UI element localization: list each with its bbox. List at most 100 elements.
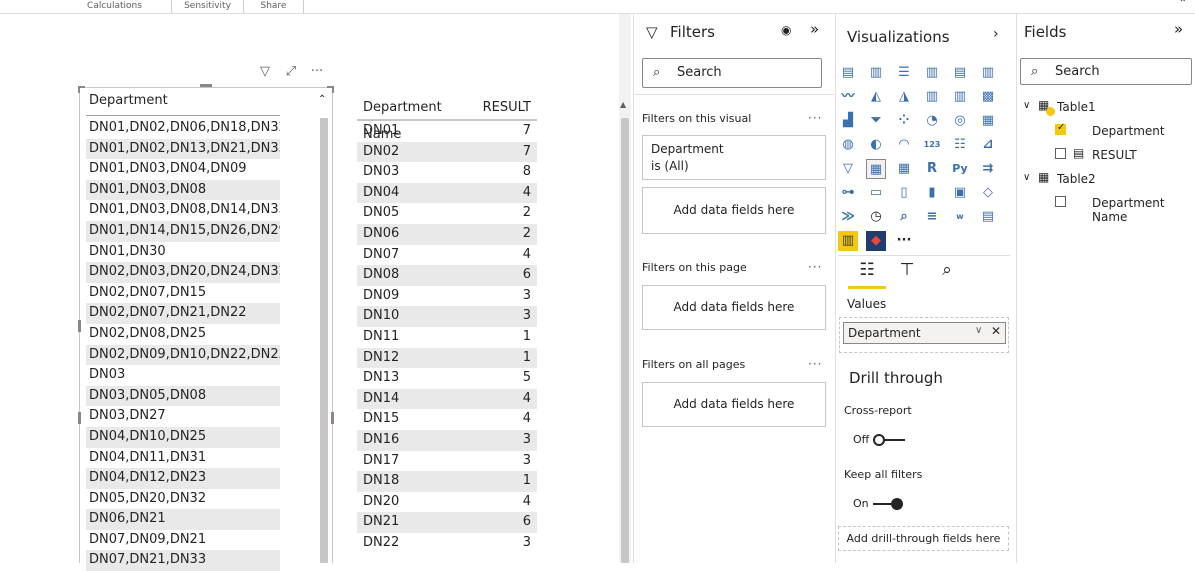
resize-handle-left-lower[interactable] <box>78 412 81 424</box>
line-clustered-column-icon[interactable]: ▥ <box>922 87 942 107</box>
slicer-item[interactable]: DN01,DN14,DN15,DN26,DN29 <box>86 220 280 242</box>
column-header-department-name[interactable]: Department Name <box>357 94 481 142</box>
keep-all-filters-toggle[interactable] <box>873 498 905 510</box>
table-row[interactable]: DN17 3 <box>357 451 537 472</box>
chevron-right-icon[interactable]: › <box>993 26 999 42</box>
metrics-icon[interactable]: ▣ <box>950 183 970 203</box>
add-all-pages-filter-well[interactable]: Add data fields here <box>642 382 826 427</box>
table-row[interactable]: DN14 4 <box>357 388 537 410</box>
slicer-item[interactable]: DN07,DN21,DN33 <box>86 550 280 571</box>
pie-chart-icon[interactable]: ◔ <box>922 111 942 131</box>
resize-handle-right[interactable] <box>331 412 334 424</box>
slicer-item[interactable]: DN01,DN03,DN08 <box>86 179 280 201</box>
slicer-item[interactable]: DN02,DN08,DN25 <box>86 324 280 345</box>
result-checkbox[interactable] <box>1055 148 1066 159</box>
donut-chart-icon[interactable]: ◎ <box>950 111 970 131</box>
table-row[interactable]: DN01 7 <box>357 121 537 142</box>
stacked-column-chart-icon[interactable]: ▥ <box>866 63 886 83</box>
fields-tab-icon[interactable]: ☷ <box>852 260 882 280</box>
power-apps-icon[interactable]: ◇ <box>978 183 998 203</box>
word-cloud-icon[interactable]: w <box>950 207 970 227</box>
collapse-fields-icon[interactable]: » <box>1174 20 1183 38</box>
ribbon-chart-icon[interactable]: ▩ <box>978 87 998 107</box>
multi-row-card-icon[interactable]: ☷ <box>950 135 970 155</box>
line-chart-icon[interactable]: 〰 <box>838 87 858 107</box>
card-icon[interactable]: 123 <box>922 135 942 155</box>
slicer-item[interactable]: DN07,DN09,DN21 <box>86 530 280 551</box>
kpi-icon[interactable]: ⊿ <box>978 135 998 155</box>
department-name-checkbox[interactable] <box>1055 196 1066 207</box>
scroll-up-icon[interactable]: ▲ <box>620 100 626 109</box>
matrix-icon[interactable]: ▦ <box>894 159 914 179</box>
field-department[interactable]: Department <box>1092 124 1165 138</box>
slicer-item[interactable]: DN03 <box>86 365 280 386</box>
chevron-down-icon[interactable]: ∨ <box>975 325 982 336</box>
stacked-area-chart-icon[interactable]: ◮ <box>894 87 914 107</box>
funnel-icon[interactable]: ⏷ <box>866 111 886 131</box>
column-header-result[interactable]: RESULT <box>481 94 537 119</box>
cross-report-toggle[interactable] <box>873 434 905 446</box>
smart-narrative-icon[interactable]: ▯ <box>894 183 914 203</box>
table-row[interactable]: DN20 4 <box>357 492 537 513</box>
slicer-item[interactable]: DN03,DN27 <box>86 406 280 427</box>
100-stacked-column-chart-icon[interactable]: ▥ <box>978 63 998 83</box>
field-department-name[interactable]: Department Name <box>1092 196 1195 224</box>
slicer-item[interactable]: DN04,DN12,DN23 <box>86 468 280 489</box>
field-result[interactable]: RESULT <box>1092 148 1137 162</box>
gauge-icon[interactable]: ◠ <box>894 135 914 155</box>
slicer-item[interactable]: DN02,DN07,DN21,DN22 <box>86 303 280 324</box>
more-options-icon[interactable]: ··· <box>308 64 326 80</box>
qa-icon[interactable]: ▭ <box>866 183 886 203</box>
ribbon-group-calculations[interactable]: Calculations <box>58 0 172 13</box>
table-row[interactable]: DN03 8 <box>357 162 537 183</box>
scatter-chart-icon[interactable]: ⁘ <box>894 111 914 131</box>
clustered-bar-chart-icon[interactable]: ☰ <box>894 63 914 83</box>
stopwatch-icon[interactable]: ◷ <box>866 207 886 227</box>
filter-icon[interactable]: ▽ <box>256 64 274 80</box>
table-row[interactable]: DN07 4 <box>357 245 537 266</box>
table-row[interactable]: DN21 6 <box>357 512 537 533</box>
slicer-item[interactable]: DN01,DN02,DN06,DN18,DN32 <box>86 118 280 139</box>
more-options-icon[interactable]: ··· <box>808 260 822 274</box>
more-options-icon[interactable]: ··· <box>808 357 822 371</box>
collapse-filters-icon[interactable]: » <box>810 20 819 38</box>
map-icon[interactable]: ◍ <box>838 135 858 155</box>
paginated-report-icon[interactable]: ▮ <box>922 183 942 203</box>
focus-mode-icon[interactable]: ⤢ <box>282 64 300 80</box>
table-row[interactable]: DN02 7 <box>357 141 537 163</box>
eye-icon[interactable]: ◉ <box>781 23 791 37</box>
text-filter-icon[interactable]: ≡ <box>922 207 942 227</box>
table-row[interactable]: DN11 1 <box>357 327 537 348</box>
table-row[interactable]: DN16 3 <box>357 429 537 451</box>
power-automate-icon[interactable]: ≫ <box>838 207 858 227</box>
chevron-up-icon[interactable]: ⌃ <box>318 94 326 105</box>
r-visual-icon[interactable]: R <box>922 159 942 179</box>
slicer-scrollbar[interactable] <box>320 118 328 563</box>
stacked-bar-chart-icon[interactable]: ▤ <box>838 63 858 83</box>
filters-search-input[interactable]: ⌕ Search <box>642 58 822 88</box>
table-row[interactable]: DN06 2 <box>357 223 537 245</box>
ribbon-group-share[interactable]: Share <box>244 0 304 13</box>
table-row[interactable]: DN09 3 <box>357 286 537 307</box>
resize-handle-top[interactable] <box>200 84 212 87</box>
slicer-item[interactable]: DN02,DN03,DN20,DN24,DN32 <box>86 262 280 283</box>
area-chart-icon[interactable]: ◭ <box>866 87 886 107</box>
slicer-item[interactable]: DN01,DN03,DN08,DN14,DN33 <box>86 200 280 221</box>
slicer-item[interactable]: DN03,DN05,DN08 <box>86 385 280 407</box>
custom-visual-icon[interactable]: ▥ <box>838 231 858 251</box>
fields-search-input[interactable]: ⌕ Search <box>1020 58 1192 85</box>
ribbon-group-sensitivity[interactable]: Sensitivity <box>172 0 244 13</box>
table-row[interactable]: DN15 4 <box>357 409 537 430</box>
format-paint-roller-icon[interactable]: ⊤ <box>892 260 922 280</box>
custom-map-visual-icon[interactable]: ◆ <box>866 231 886 251</box>
chevron-down-icon[interactable]: ∨ <box>1023 172 1030 183</box>
add-visual-filter-well[interactable]: Add data fields here <box>642 187 826 234</box>
drill-through-well[interactable]: Add drill-through fields here <box>838 526 1009 551</box>
more-visuals-icon[interactable]: ··· <box>894 231 914 251</box>
table-icon[interactable]: ▦ <box>866 159 886 179</box>
table-row[interactable]: DN22 3 <box>357 533 537 554</box>
slicer-item[interactable]: DN01,DN02,DN13,DN21,DN33 <box>86 138 280 160</box>
clustered-column-chart-icon[interactable]: ▥ <box>922 63 942 83</box>
add-page-filter-well[interactable]: Add data fields here <box>642 285 826 330</box>
close-icon[interactable]: ✕ <box>991 324 1001 338</box>
